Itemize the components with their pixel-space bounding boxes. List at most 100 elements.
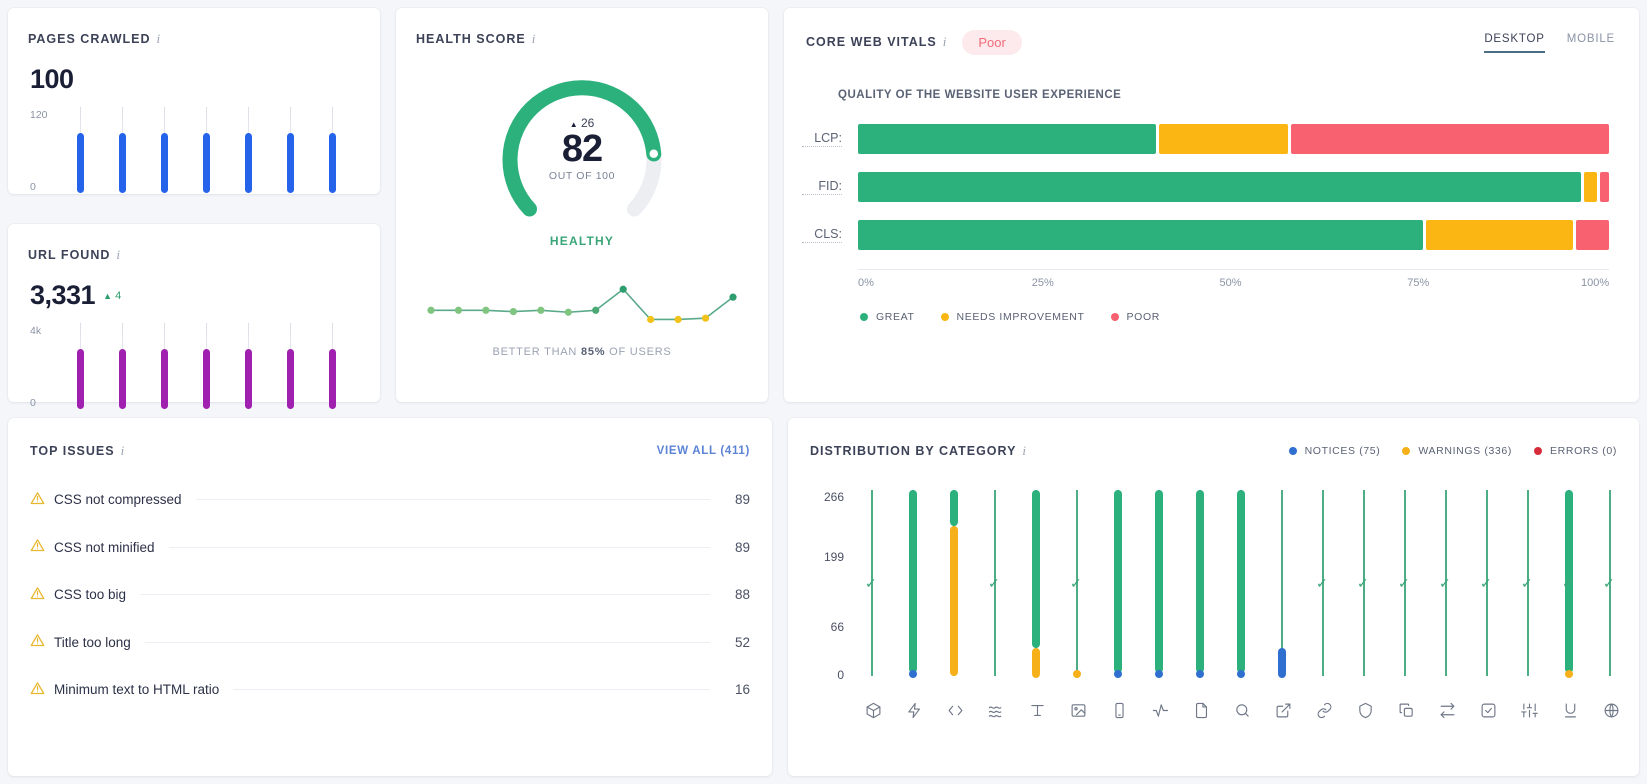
category-column[interactable] [897,482,931,694]
cwv-metric-label: FID: [802,179,842,195]
bar-column [278,107,308,193]
category-column[interactable]: ✓ [1061,482,1095,694]
mobile-icon[interactable] [1102,702,1136,719]
text-icon[interactable] [1020,702,1054,719]
info-icon[interactable]: i [121,443,125,459]
document-icon[interactable] [1184,702,1218,719]
category-bar[interactable] [1155,490,1163,674]
category-column[interactable] [1102,482,1136,694]
globe-icon[interactable] [1594,702,1628,719]
info-icon[interactable]: i [532,31,536,47]
sparkline-point[interactable] [537,306,545,314]
category-column[interactable]: ✓ [979,482,1013,694]
redirect-icon[interactable] [1430,702,1464,719]
lightning-icon[interactable] [897,702,931,719]
category-bar[interactable] [1237,490,1245,674]
url-found-card: URL FOUND i 3,331 ▲ 4 4k 0 [8,224,380,409]
waves-icon[interactable] [979,702,1013,719]
code-icon[interactable] [938,702,972,719]
category-bar-secondary[interactable] [950,526,958,676]
image-icon[interactable] [1061,702,1095,719]
category-column[interactable] [1020,482,1054,694]
category-marker-dot[interactable] [1073,670,1081,678]
issue-row[interactable]: Minimum text to HTML ratio 16 [30,666,750,714]
category-column[interactable]: ✓ [1389,482,1423,694]
category-bar[interactable] [1114,490,1122,674]
cwv-segment-great[interactable] [858,124,1156,154]
sparkline-point[interactable] [729,293,737,301]
category-bar[interactable] [1032,490,1040,649]
cube-icon[interactable] [856,702,890,719]
cwv-segment-great[interactable] [858,220,1423,250]
category-marker-dot[interactable] [1032,670,1040,678]
caption-suffix: OF USERS [605,346,672,358]
issue-row[interactable]: CSS not compressed 89 [30,476,750,524]
category-column[interactable]: ✓ [1430,482,1464,694]
category-marker-dot[interactable] [1114,670,1122,678]
cwv-segment-poor[interactable] [1599,172,1609,202]
sparkline-point[interactable] [647,315,655,324]
category-column[interactable] [1184,482,1218,694]
category-bar[interactable] [909,490,917,674]
sparkline-point[interactable] [674,315,682,324]
legend-item[interactable]: WARNINGS (336) [1402,445,1512,457]
external-link-icon[interactable] [1266,702,1300,719]
category-marker-dot[interactable] [1565,670,1573,678]
cwv-segment-poor[interactable] [1575,220,1609,250]
issue-row[interactable]: CSS not minified 89 [30,524,750,572]
issue-row[interactable]: Title too long 52 [30,619,750,667]
cwv-segment-poor[interactable] [1291,124,1609,154]
cwv-segment-ni[interactable] [1158,124,1289,154]
category-column[interactable] [1143,482,1177,694]
category-marker-dot[interactable] [1196,670,1204,678]
sparkline-point[interactable] [619,285,627,293]
checkbox-icon[interactable] [1471,702,1505,719]
info-icon[interactable]: i [116,247,120,263]
sparkline-point[interactable] [454,306,463,314]
category-bar[interactable] [950,490,958,527]
cwv-segment-ni[interactable] [1426,220,1573,250]
legend-item[interactable]: ERRORS (0) [1534,445,1617,457]
sliders-icon[interactable] [1512,702,1546,719]
category-marker-dot[interactable] [1278,670,1286,678]
category-marker-dot[interactable] [1237,670,1245,678]
search-icon[interactable] [1225,702,1259,719]
sparkline-point[interactable] [592,306,600,314]
category-bar[interactable] [1196,490,1204,674]
underline-icon[interactable] [1553,702,1587,719]
info-icon[interactable]: i [943,34,947,50]
copy-icon[interactable] [1389,702,1423,719]
category-column[interactable] [938,482,972,694]
category-column[interactable]: ✓ [1512,482,1546,694]
category-check-icon: ✓ [1357,575,1369,591]
category-column[interactable]: ✓ [856,482,890,694]
tab-mobile[interactable]: MOBILE [1567,33,1615,53]
category-column[interactable]: ✓ [1307,482,1341,694]
sparkline-point[interactable] [509,308,517,316]
legend-label: NOTICES (75) [1304,445,1381,457]
pages-crawled-title: PAGES CRAWLED [28,31,151,46]
link-icon[interactable] [1307,702,1341,719]
tab-desktop[interactable]: DESKTOP [1484,33,1545,53]
sparkline-point[interactable] [564,308,572,316]
category-marker-dot[interactable] [909,670,917,678]
sparkline-point[interactable] [701,314,710,322]
legend-item[interactable]: NOTICES (75) [1288,445,1381,457]
category-column[interactable]: ✓ [1471,482,1505,694]
view-all-issues-link[interactable]: VIEW ALL (411) [657,445,750,457]
cwv-segment-ni[interactable] [1583,172,1597,202]
sparkline-point[interactable] [427,306,435,314]
issue-row[interactable]: CSS too big 88 [30,571,750,619]
category-column[interactable]: ✓ [1594,482,1628,694]
info-icon[interactable]: i [157,31,161,47]
category-marker-dot[interactable] [1155,670,1163,678]
shield-icon[interactable] [1348,702,1382,719]
category-column[interactable]: ✓ [1348,482,1382,694]
category-column[interactable] [1225,482,1259,694]
activity-icon[interactable] [1143,702,1177,719]
category-column[interactable] [1266,482,1300,694]
cwv-segment-great[interactable] [858,172,1581,202]
category-column[interactable]: ✓ [1553,482,1587,694]
info-icon[interactable]: i [1022,443,1026,459]
sparkline-point[interactable] [482,306,490,314]
